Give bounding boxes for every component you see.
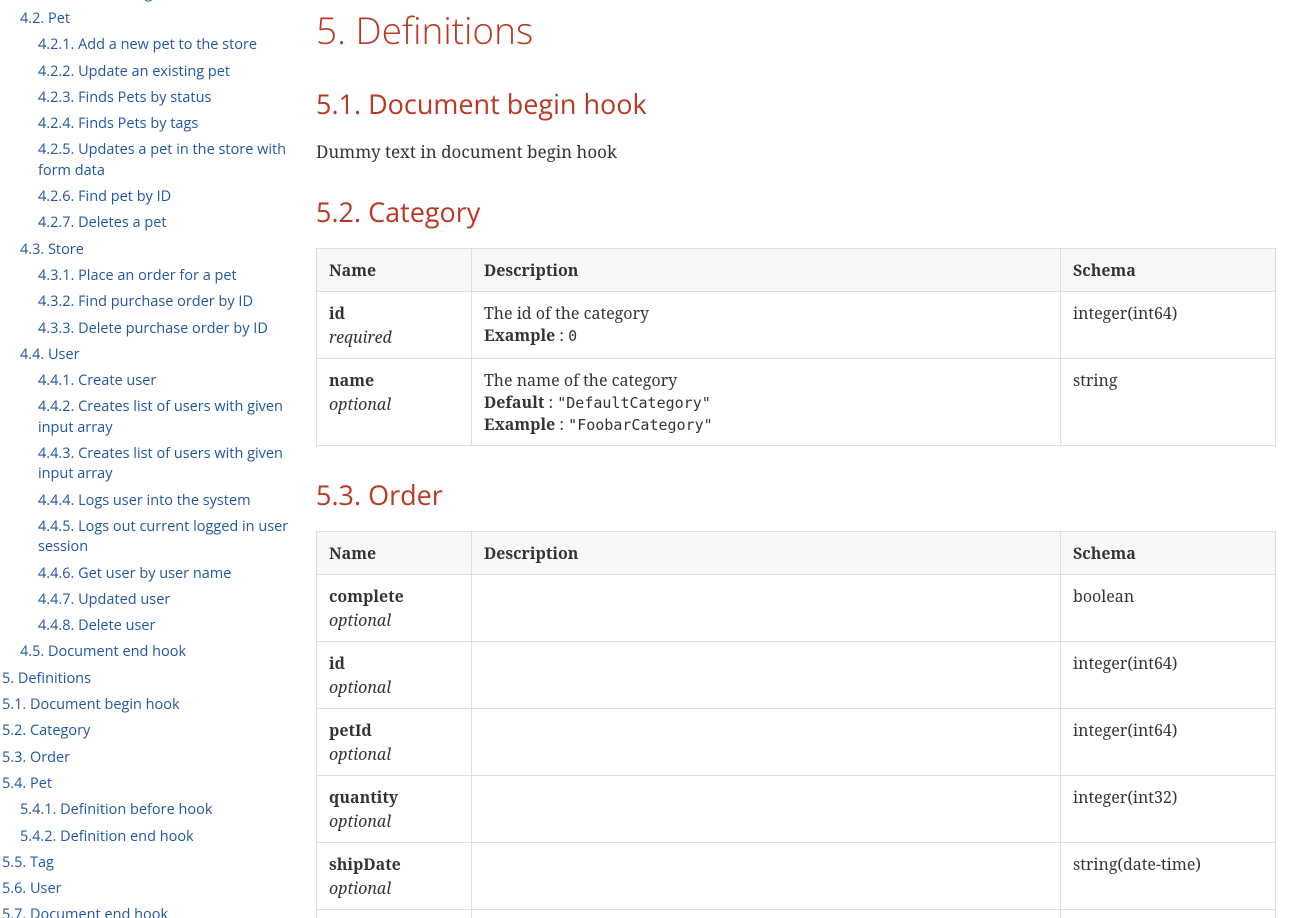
field-schema: string [1061, 359, 1276, 446]
toc-link[interactable]: 5.6. User [2, 876, 296, 902]
field-desc: The id of the category [484, 302, 1048, 324]
field-schema: integer(int64) [1061, 642, 1276, 709]
toc-link[interactable]: 5.1. Document begin hook [2, 692, 296, 718]
toc-link[interactable]: 5.5. Tag [2, 850, 296, 876]
field-required: optional [329, 743, 459, 765]
section-heading-definitions: 5. Definitions [316, 4, 1276, 55]
table-row: shipDateoptional string(date-time) [317, 843, 1276, 910]
toc-link[interactable]: 4.3.2. Find purchase order by ID [38, 289, 296, 315]
toc-link[interactable]: 4.3.1. Place an order for a pet [38, 263, 296, 289]
main-content: 5. Definitions 5.1. Document begin hook … [296, 0, 1296, 918]
toc-sidebar[interactable]: ... Document begin hook4.2. Pet4.2.1. Ad… [0, 0, 296, 918]
toc-link[interactable]: 4.4.6. Get user by user name [38, 561, 296, 587]
toc-link[interactable]: 5.4. Pet [2, 771, 296, 797]
toc-link[interactable]: 4.2.4. Finds Pets by tags [38, 111, 296, 137]
toc-link[interactable]: 5. Definitions [2, 666, 296, 692]
toc-link[interactable]: 5.3. Order [2, 745, 296, 771]
field-required: optional [329, 676, 459, 698]
field-schema: string(date-time) [1061, 843, 1276, 910]
toc-link[interactable]: 4.4.3. Creates list of users with given … [38, 441, 296, 488]
toc-link[interactable]: 4.4.2. Creates list of users with given … [38, 394, 296, 441]
toc-link[interactable]: 4.2.1. Add a new pet to the store [38, 32, 296, 58]
field-schema: integer(int32) [1061, 776, 1276, 843]
table-row: idrequiredThe id of the categoryExample … [317, 292, 1276, 359]
toc-link[interactable]: 5.7. Document end hook [2, 902, 296, 918]
table-row: statusOrder Statusstring [317, 910, 1276, 918]
toc-link[interactable]: 4.5. Document end hook [20, 639, 296, 665]
field-name: petId [329, 719, 372, 741]
toc-link[interactable]: 4.3.3. Delete purchase order by ID [38, 316, 296, 342]
toc-link[interactable]: 4.4.8. Delete user [38, 613, 296, 639]
field-required: optional [329, 609, 459, 631]
col-name: Name [317, 249, 472, 292]
field-schema: string [1061, 910, 1276, 918]
field-name: id [329, 302, 345, 324]
field-name: quantity [329, 786, 398, 808]
field-desc: The name of the category [484, 369, 1048, 391]
toc-link[interactable]: 4.2.3. Finds Pets by status [38, 85, 296, 111]
col-name: Name [317, 532, 472, 575]
col-schema: Schema [1061, 249, 1276, 292]
col-schema: Schema [1061, 532, 1276, 575]
field-required: optional [329, 810, 459, 832]
toc-link[interactable]: 4.4.4. Logs user into the system [38, 488, 296, 514]
toc-link[interactable]: 4.2. Pet [20, 6, 296, 32]
field-name: id [329, 652, 345, 674]
col-desc: Description [472, 532, 1061, 575]
field-schema: boolean [1061, 575, 1276, 642]
table-row: quantityoptional integer(int32) [317, 776, 1276, 843]
field-required: required [329, 326, 459, 348]
field-name: complete [329, 585, 404, 607]
table-row: petIdoptional integer(int64) [317, 709, 1276, 776]
toc-link[interactable]: 5.4.2. Definition end hook [20, 824, 296, 850]
field-name: name [329, 369, 374, 391]
section-heading-51: 5.1. Document begin hook [316, 85, 1276, 122]
category-table: Name Description Schema idrequired The id… [316, 248, 1276, 446]
toc-link[interactable]: 4.2.6. Find pet by ID [38, 184, 296, 210]
toc-link[interactable]: 4.4.5. Logs out current logged in user s… [38, 514, 296, 561]
toc-link[interactable]: 4.2.7. Deletes a pet [38, 210, 296, 236]
toc-link[interactable]: 4.4.1. Create user [38, 368, 296, 394]
toc-link[interactable]: 4.4. User [20, 342, 296, 368]
field-schema: integer(int64) [1061, 292, 1276, 359]
table-row: completeoptional boolean [317, 575, 1276, 642]
toc-link[interactable]: 5.2. Category [2, 718, 296, 744]
field-schema: integer(int64) [1061, 709, 1276, 776]
toc-link[interactable]: 4.2.5. Updates a pet in the store with f… [38, 137, 296, 184]
order-table: Name Description Schema completeoptional… [316, 531, 1276, 918]
table-row: nameoptionalThe name of the categoryDefa… [317, 359, 1276, 446]
field-name: shipDate [329, 853, 401, 875]
toc-link[interactable]: 4.4.7. Updated user [38, 587, 296, 613]
field-required: optional [329, 393, 459, 415]
col-desc: Description [472, 249, 1061, 292]
section-heading-52: 5.2. Category [316, 193, 1276, 230]
field-required: optional [329, 877, 459, 899]
section-51-text: Dummy text in document begin hook [316, 140, 1276, 163]
toc-link[interactable]: 4.3. Store [20, 237, 296, 263]
table-row: idoptional integer(int64) [317, 642, 1276, 709]
toc-link[interactable]: 4.2.2. Update an existing pet [38, 59, 296, 85]
toc-link[interactable]: 5.4.1. Definition before hook [20, 797, 296, 823]
section-heading-53: 5.3. Order [316, 476, 1276, 513]
